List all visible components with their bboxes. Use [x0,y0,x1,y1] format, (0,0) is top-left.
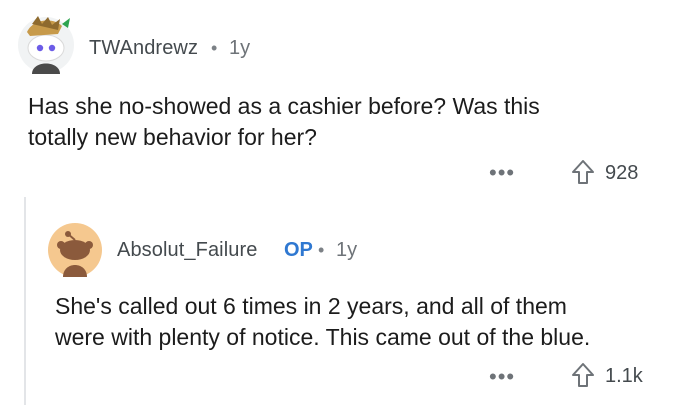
comment-body-line: were with plenty of notice. This came ou… [55,324,591,350]
avatar[interactable] [18,14,74,76]
score: 928 [605,162,639,184]
upvote-arrow-icon [572,160,594,184]
thread-line[interactable] [24,197,26,405]
comment-body: She's called out 6 times in 2 years, and… [55,291,695,353]
score: 1.1k [605,365,643,387]
comment-body-line: totally new behavior for her? [28,124,317,150]
username[interactable]: TWAndrewz [89,37,198,60]
snoo-avatar-icon [48,223,102,277]
comment-body: Has she no-showed as a cashier before? W… [28,91,688,153]
timestamp[interactable]: 1y [229,37,250,60]
separator-dot: • [318,240,325,260]
separator-dot: • [211,38,218,58]
upvote-button[interactable] [570,158,596,186]
comment-body-line: She's called out 6 times in 2 years, and… [55,293,567,319]
upvote-arrow-icon [572,363,594,387]
more-options-button[interactable]: ••• [489,160,515,186]
op-badge: OP [284,239,313,261]
more-options-button[interactable]: ••• [489,364,515,390]
upvote-button[interactable] [570,361,596,389]
avatar[interactable] [48,223,102,277]
username[interactable]: Absolut_Failure [117,239,257,262]
comment-body-line: Has she no-showed as a cashier before? W… [28,93,540,119]
timestamp[interactable]: 1y [336,239,357,262]
snoo-avatar-icon [18,16,74,74]
